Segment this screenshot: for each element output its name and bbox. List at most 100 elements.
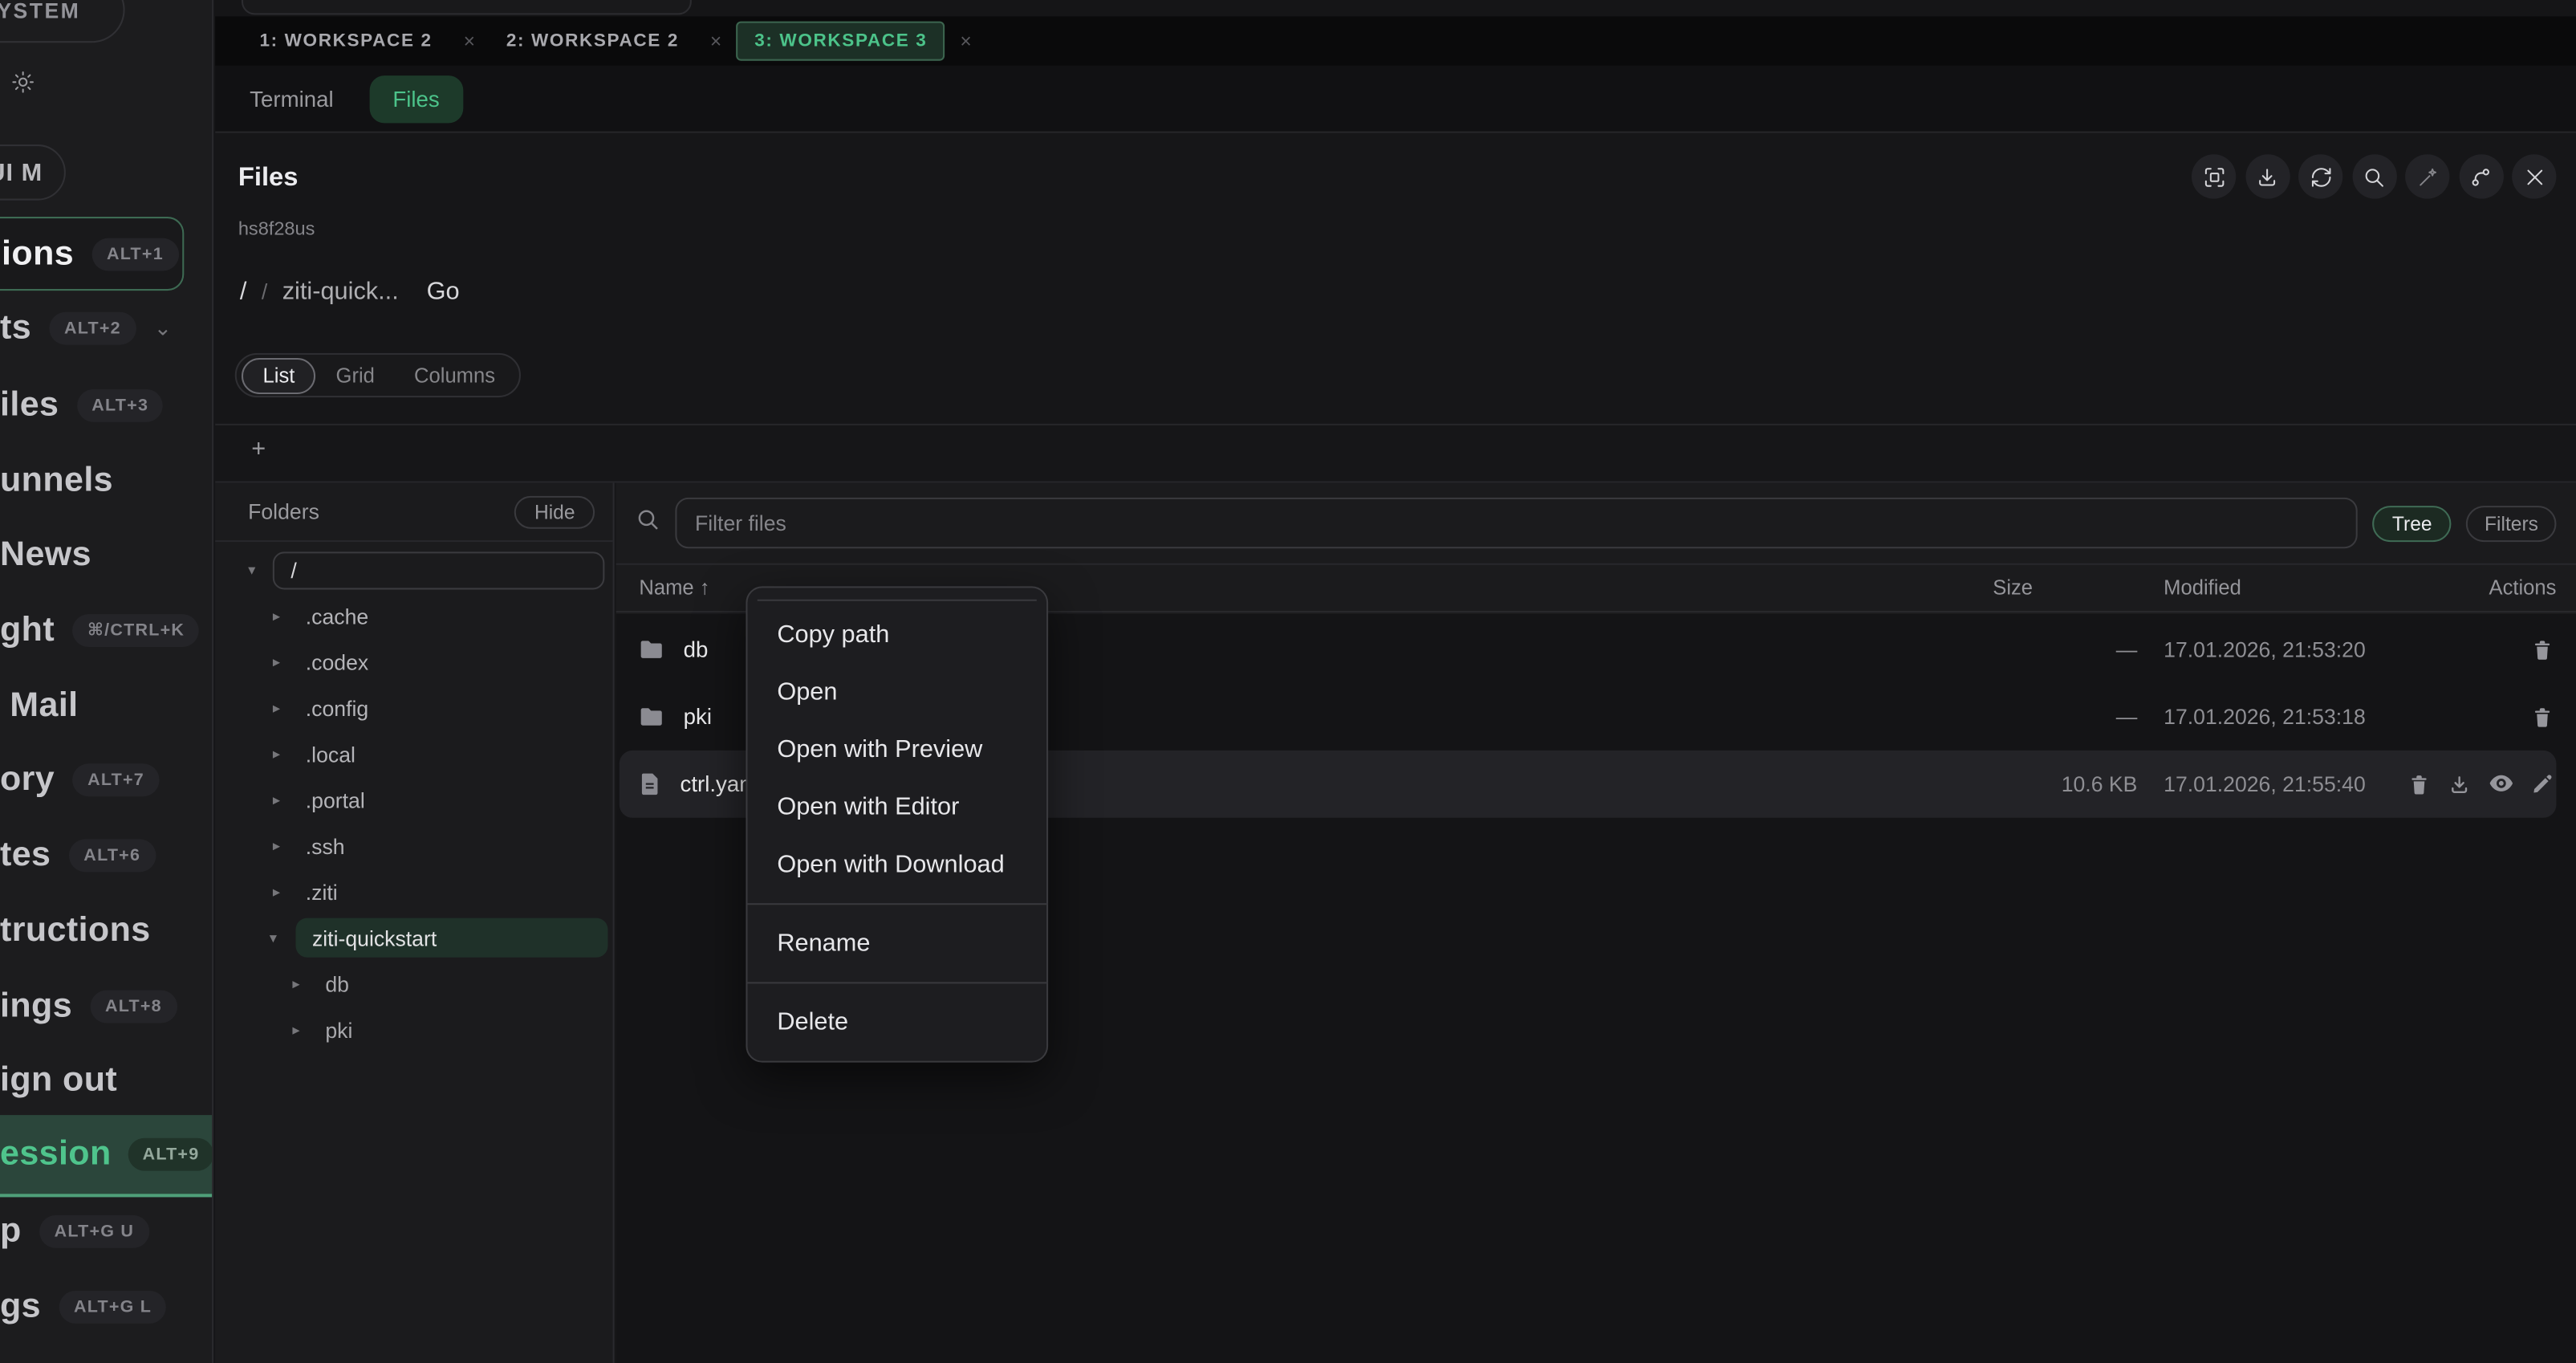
workspace-tab-2[interactable]: 2: WORKSPACE 2 (490, 23, 695, 59)
sidebar-item-agents[interactable]: tsALT+2⌄ (0, 291, 172, 366)
sidebar-item-logs[interactable]: gs ALT+G L (0, 1269, 167, 1345)
close-tab-icon[interactable]: × (696, 30, 737, 53)
menu-item-delete[interactable]: Delete (747, 994, 1046, 1052)
breadcrumb-root[interactable]: / (240, 278, 247, 306)
caret-right-icon[interactable]: ▸ (273, 883, 280, 901)
tree-item-pki[interactable]: ▸pki (215, 1007, 612, 1052)
download-button[interactable] (2245, 154, 2289, 198)
column-modified[interactable]: Modified (2137, 576, 2424, 600)
sidebar-item-label: gs (0, 1288, 41, 1327)
column-size[interactable]: Size (1989, 576, 2137, 600)
tree-item-[interactable]: ▾/ (215, 547, 612, 592)
workspace-tab-1[interactable]: 1: WORKSPACE 2 (243, 23, 449, 59)
sidebar-item-instructions[interactable]: tructions (0, 893, 151, 969)
caret-right-icon[interactable]: ▸ (273, 745, 280, 763)
caret-right-icon[interactable]: ▸ (273, 836, 280, 855)
branch-button[interactable] (2459, 154, 2503, 198)
search-icon (636, 507, 660, 539)
menu-divider (747, 903, 1046, 905)
caret-right-icon[interactable]: ▸ (292, 974, 299, 993)
sidebar-item-sign-out[interactable]: ign out (0, 1043, 117, 1118)
sidebar-item-session[interactable]: essionALT+9 (0, 1115, 213, 1197)
tab-files[interactable]: Files (370, 75, 463, 122)
sidebar-item-news[interactable]: News (0, 517, 91, 592)
sidebar-item-history[interactable]: oryALT+7 (0, 743, 159, 818)
workspace-tab-label: 3: WORKSPACE 3 (737, 22, 945, 61)
search-button[interactable] (2352, 154, 2396, 198)
sidebar-item-tunnels[interactable]: unnels (0, 443, 113, 519)
tree-item-config[interactable]: ▸.config (215, 685, 612, 730)
tree-view-button[interactable]: Tree (2372, 505, 2452, 541)
sidebar-item-settings[interactable]: ingsALT+8 (0, 969, 177, 1044)
sidebar-item-group-u[interactable]: pALT+G U (0, 1194, 149, 1269)
sidebar-item-mail[interactable]: Mail (10, 669, 78, 744)
caret-right-icon[interactable]: ▸ (273, 653, 280, 671)
view-list-button[interactable]: List (242, 357, 316, 393)
view-columns-button[interactable]: Columns (394, 359, 514, 392)
folder-icon (639, 639, 664, 661)
breadcrumb: / / ziti-quick... Go (240, 278, 460, 306)
filter-files-input[interactable] (675, 498, 2358, 548)
preview-file-button[interactable] (2489, 773, 2514, 796)
caret-right-icon[interactable]: ▸ (273, 607, 280, 625)
view-toggle: ListGridColumns (235, 353, 522, 397)
delete-file-button[interactable] (2408, 773, 2430, 796)
tree-item-local[interactable]: ▸.local (215, 730, 612, 776)
main-sidebar: YSTEM UI M ionsALT+1tsALT+2⌄ilesALT+3 unnel… (0, 0, 213, 1363)
close-button[interactable] (2512, 154, 2556, 198)
sidebar-item-spotlight[interactable]: ght⌘/CTRL+K (0, 593, 200, 669)
tree-item-db[interactable]: ▸db (215, 961, 612, 1007)
add-tab-button[interactable]: + (251, 435, 266, 463)
file-icon (639, 772, 660, 797)
shortcut-badge: ALT+G L (59, 1291, 167, 1324)
sidebar-item-notes[interactable]: tesALT+6 (0, 818, 156, 893)
sidebar-item-files[interactable]: ilesALT+3 (0, 368, 164, 443)
file-size-cell: 10.6 KB (1989, 772, 2137, 797)
delete-file-button[interactable] (2532, 706, 2554, 729)
menu-item-open-with-preview[interactable]: Open with Preview (747, 721, 1046, 779)
menu-item-open-with-download[interactable]: Open with Download (747, 836, 1046, 893)
tree-item-codex[interactable]: ▸.codex (215, 639, 612, 685)
menu-item-open-with-editor[interactable]: Open with Editor (747, 779, 1046, 836)
breadcrumb-current[interactable]: ziti-quick... (282, 278, 399, 306)
tree-item-ssh[interactable]: ▸.ssh (215, 823, 612, 869)
wand-button[interactable] (2405, 154, 2449, 198)
sidebar-item-theme-toggle[interactable] (10, 69, 36, 104)
hide-folders-button[interactable]: Hide (514, 495, 595, 528)
filters-button[interactable]: Filters (2467, 505, 2557, 541)
screenshot-button[interactable] (2192, 154, 2236, 198)
workspace-tab-3[interactable]: 3: WORKSPACE 3 (737, 22, 945, 61)
edit-file-button[interactable] (2532, 773, 2554, 796)
sidebar-item-system-pill[interactable]: YSTEM (0, 0, 125, 43)
sidebar-item-sessions[interactable]: ionsALT+1 (0, 217, 184, 291)
delete-file-button[interactable] (2532, 638, 2554, 661)
page-title: Files (238, 165, 299, 194)
tree-item-portal[interactable]: ▸.portal (215, 777, 612, 823)
refresh-button[interactable] (2298, 154, 2342, 198)
tree-item-ziti[interactable]: ▸.ziti (215, 869, 612, 914)
download-file-button[interactable] (2448, 773, 2471, 796)
panel-tab-bar: Terminal Files (215, 66, 2576, 133)
caret-down-icon[interactable]: ▾ (270, 929, 277, 947)
tree-item-cache[interactable]: ▸.cache (215, 593, 612, 639)
tab-terminal[interactable]: Terminal (250, 86, 333, 111)
sidebar-item-ui-mode-pill[interactable]: UI M (0, 144, 66, 201)
tree-root-input[interactable]: / (273, 551, 605, 588)
caret-right-icon[interactable]: ▸ (292, 1020, 299, 1039)
view-grid-button[interactable]: Grid (316, 359, 394, 392)
tree-item-zitiquickstart[interactable]: ▾ ziti-quickstart (215, 915, 612, 961)
tree-selected-item[interactable]: ziti-quickstart (295, 918, 607, 958)
close-tab-icon[interactable]: × (449, 30, 490, 53)
file-actions-cell (2425, 773, 2557, 796)
sidebar-item-label: ings (0, 987, 72, 1027)
caret-right-icon[interactable]: ▸ (273, 791, 280, 809)
menu-item-rename[interactable]: Rename (747, 915, 1046, 973)
close-tab-icon[interactable]: × (945, 30, 986, 53)
menu-item-open[interactable]: Open (747, 664, 1046, 722)
menu-item-copy-path[interactable]: Copy path (747, 606, 1046, 664)
go-button[interactable]: Go (427, 278, 460, 306)
search-icon (2363, 165, 2386, 189)
caret-right-icon[interactable]: ▸ (273, 698, 280, 717)
caret-down-icon[interactable]: ▾ (248, 561, 255, 580)
sidebar-item-label: unnels (0, 462, 113, 501)
